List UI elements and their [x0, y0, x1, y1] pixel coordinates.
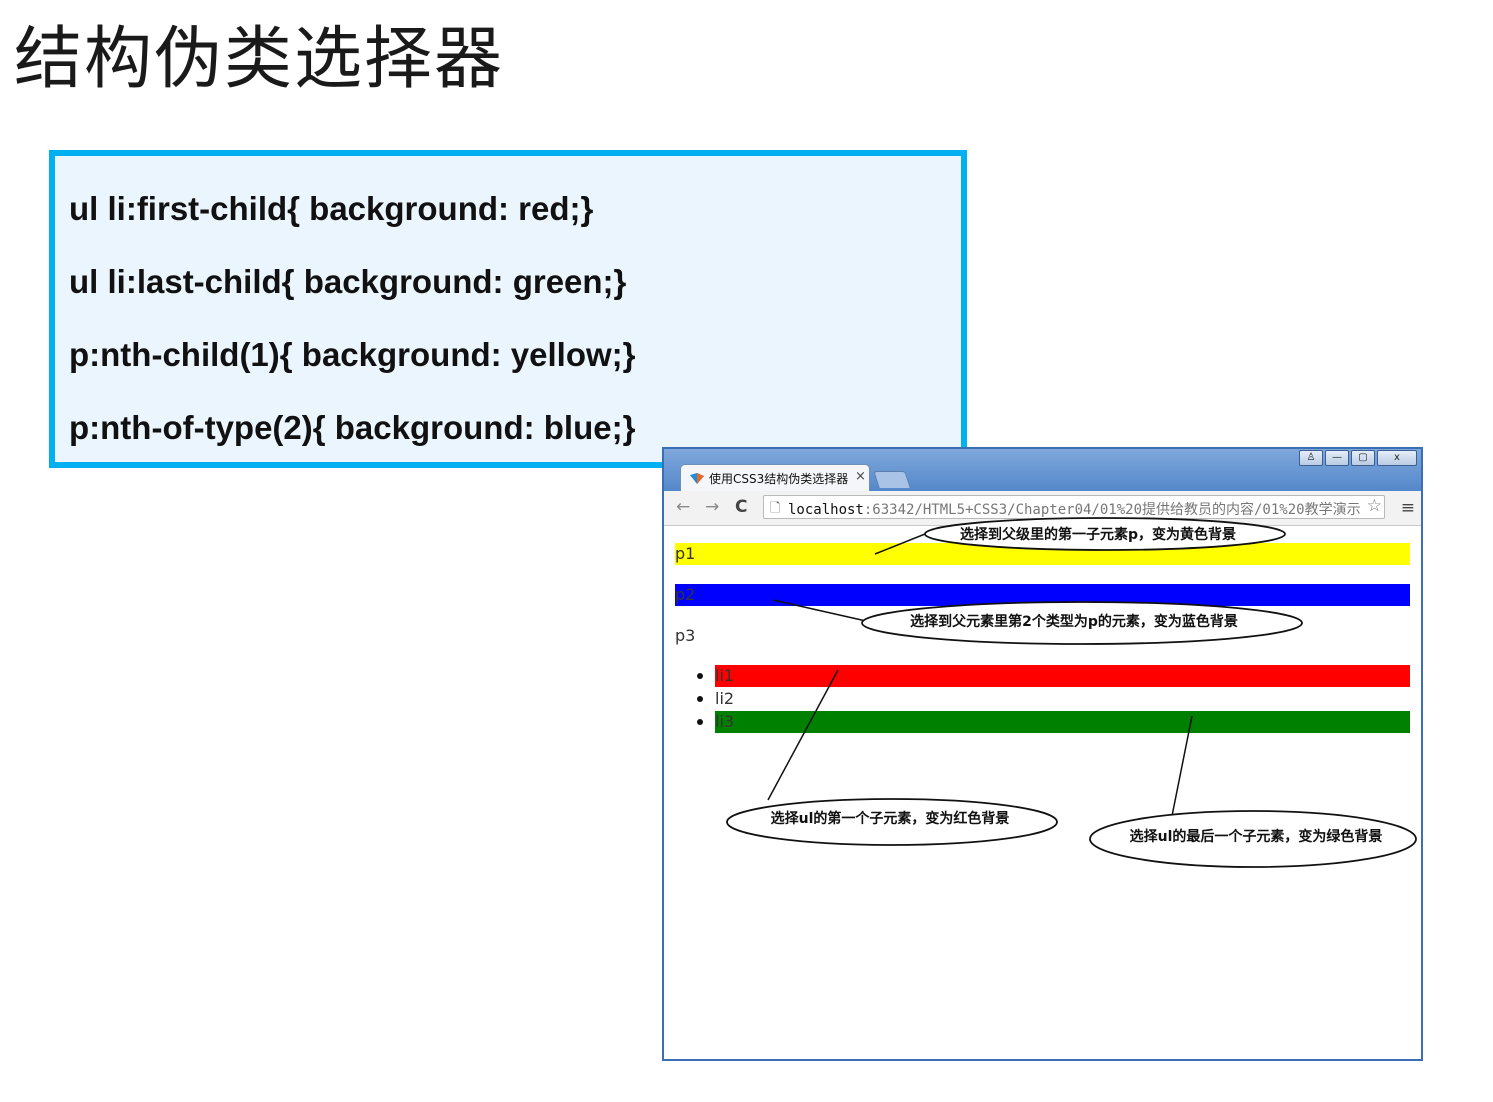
- url-path: :63342/HTML5+CSS3/Chapter04/01%20提供给教员的内…: [863, 502, 1361, 518]
- paragraph-p3: p3: [675, 626, 696, 645]
- maximize-button[interactable]: ▢: [1351, 450, 1375, 466]
- tab-close-icon[interactable]: ×: [855, 469, 866, 484]
- list-item-li2: li2: [715, 689, 735, 708]
- list-item-li1: li1: [715, 666, 735, 685]
- browser-window: ♙ — ▢ x 使用CSS3结构伪类选择器 × ← → C 🗋 localhos…: [662, 447, 1423, 1061]
- new-tab-button[interactable]: [873, 471, 911, 488]
- li1-background: [715, 665, 1410, 687]
- reload-icon[interactable]: C: [735, 497, 747, 517]
- paragraph-p2: p2: [675, 585, 696, 604]
- bookmark-star-icon[interactable]: ☆: [1366, 496, 1382, 516]
- page-viewport: p1 p2 p3 li1 li2 li3: [664, 526, 1421, 1061]
- browser-tab[interactable]: 使用CSS3结构伪类选择器 ×: [680, 464, 870, 491]
- slide-title: 结构伪类选择器: [14, 20, 505, 99]
- code-line-nth-child: p:nth-child(1){ background: yellow;}: [69, 336, 636, 373]
- menu-icon[interactable]: ≡: [1401, 498, 1415, 518]
- back-arrow-icon[interactable]: ←: [676, 497, 690, 517]
- list-bullet: [697, 673, 703, 679]
- forward-arrow-icon[interactable]: →: [705, 497, 719, 517]
- favicon-icon: [690, 473, 704, 484]
- browser-toolbar: ← → C 🗋 localhost:63342/HTML5+CSS3/Chapt…: [664, 491, 1421, 526]
- url-text: localhost:63342/HTML5+CSS3/Chapter04/01%…: [788, 499, 1361, 518]
- tab-title: 使用CSS3结构伪类选择器: [709, 472, 849, 486]
- p2-background: [675, 584, 1410, 606]
- li3-background: [715, 711, 1410, 733]
- code-line-nth-of-type: p:nth-of-type(2){ background: blue;}: [69, 409, 636, 446]
- code-line-last-child: ul li:last-child{ background: green;}: [69, 263, 627, 300]
- url-host: localhost: [788, 502, 864, 518]
- paragraph-p1: p1: [675, 544, 696, 563]
- code-box: ul li:first-child{ background: red;} ul …: [49, 150, 967, 468]
- address-bar[interactable]: 🗋 localhost:63342/HTML5+CSS3/Chapter04/0…: [763, 495, 1385, 519]
- list-bullet: [697, 719, 703, 725]
- list-bullet: [697, 696, 703, 702]
- page-icon: 🗋: [770, 501, 781, 516]
- list-item-li3: li3: [715, 712, 735, 731]
- minimize-button[interactable]: —: [1325, 450, 1349, 466]
- close-window-button[interactable]: x: [1377, 450, 1417, 466]
- window-controls: ♙ — ▢ x: [1299, 450, 1417, 466]
- browser-titlebar: ♙ — ▢ x 使用CSS3结构伪类选择器 ×: [664, 449, 1421, 491]
- user-icon[interactable]: ♙: [1299, 450, 1323, 466]
- p1-background: [675, 543, 1410, 565]
- code-line-first-child: ul li:first-child{ background: red;}: [69, 190, 594, 227]
